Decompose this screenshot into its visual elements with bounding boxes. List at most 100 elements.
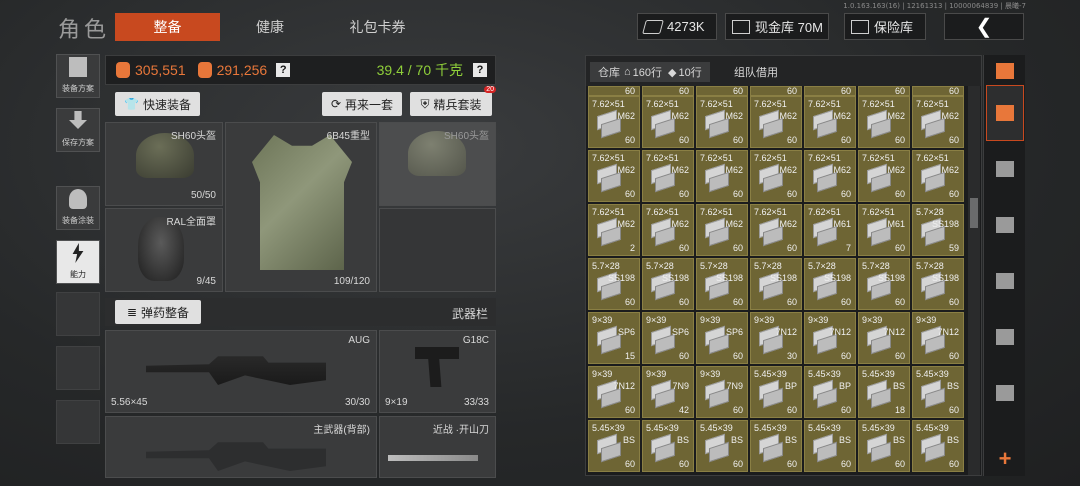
- inventory-item[interactable]: 9×39 SP6 60: [696, 312, 748, 364]
- rail-magazine-button[interactable]: [986, 253, 1024, 309]
- inventory-item[interactable]: 9×39 7N12 30: [750, 312, 802, 364]
- quick-equip-button[interactable]: 👕 快速装备: [115, 92, 200, 116]
- tab-team-borrow[interactable]: 组队借用: [726, 62, 786, 82]
- inventory-item[interactable]: 5.45×39 BS 60: [750, 420, 802, 472]
- helmet-slot[interactable]: SH60头盔 50/50: [105, 122, 223, 206]
- inventory-item[interactable]: 5.7×28 SS198 60: [858, 258, 910, 310]
- rail-helmet-button[interactable]: [986, 365, 1024, 421]
- pistol-slot[interactable]: G18C 9×19 33/33: [379, 330, 496, 413]
- currency-display[interactable]: 4273K: [637, 13, 717, 40]
- rail-plus-button[interactable]: +: [986, 445, 1024, 473]
- empty-gear-slot[interactable]: [379, 208, 496, 292]
- inventory-item[interactable]: 7.62×51 M61 7: [804, 204, 856, 256]
- inventory-item[interactable]: 7.62×51 M62 60: [858, 96, 910, 148]
- inventory-item[interactable]: 5.7×28 SS198 60: [588, 258, 640, 310]
- inventory-item[interactable]: 60: [912, 86, 964, 96]
- inventory-item[interactable]: 7.62×51 M62 60: [642, 96, 694, 148]
- tab-equip[interactable]: 整备: [115, 13, 220, 41]
- inventory-item[interactable]: 5.7×28 SS198 60: [804, 258, 856, 310]
- save-plan-button[interactable]: 保存方案: [56, 108, 100, 152]
- inventory-item[interactable]: 5.45×39 BP 60: [804, 366, 856, 418]
- tab-warehouse[interactable]: 仓库 ⌂ 160行 ◆ 10行: [590, 62, 710, 82]
- inventory-item[interactable]: 5.45×39 BP 60: [750, 366, 802, 418]
- inventory-item[interactable]: 5.45×39 BS 60: [642, 420, 694, 472]
- primary-weapon-slot[interactable]: AUG 5.56×45 30/30: [105, 330, 377, 413]
- again-button[interactable]: ⟳ 再来一套: [322, 92, 402, 116]
- inventory-item[interactable]: 9×39 7N9 42: [642, 366, 694, 418]
- inventory-item[interactable]: 7.62×51 M62 60: [804, 150, 856, 202]
- inventory-item[interactable]: 7.62×51 M62 60: [750, 96, 802, 148]
- camo-button[interactable]: 装备涂装: [56, 186, 100, 230]
- inventory-item[interactable]: 7.62×51 M62 60: [912, 150, 964, 202]
- ammo-button[interactable]: ≣ 弹药整备: [115, 300, 201, 324]
- inventory-item[interactable]: 7.62×51 M62 60: [804, 96, 856, 148]
- safe-button[interactable]: 保险库: [844, 13, 926, 40]
- backup-weapon-slot[interactable]: 主武器(背部): [105, 416, 377, 478]
- inventory-item[interactable]: 5.7×28 SS198 60: [642, 258, 694, 310]
- inventory-item[interactable]: 5.45×39 BS 60: [912, 366, 964, 418]
- inventory-item[interactable]: 9×39 SP6 15: [588, 312, 640, 364]
- rail-rifle-button[interactable]: [986, 197, 1024, 253]
- cash-vault-button[interactable]: 现金库 70M: [725, 13, 829, 40]
- inventory-item[interactable]: 5.7×28 SS198 60: [696, 258, 748, 310]
- inventory-item[interactable]: 60: [804, 86, 856, 96]
- help-icon[interactable]: ?: [473, 63, 487, 77]
- inventory-item[interactable]: 60: [858, 86, 910, 96]
- inventory-item[interactable]: 7.62×51 M62 60: [696, 96, 748, 148]
- inventory-item[interactable]: 5.45×39 BS 60: [912, 420, 964, 472]
- inventory-item[interactable]: 5.45×39 BS 60: [858, 420, 910, 472]
- inventory-item[interactable]: 9×39 7N12 60: [588, 366, 640, 418]
- inventory-item[interactable]: 5.45×39 BS 60: [804, 420, 856, 472]
- tab-health[interactable]: 健康: [230, 13, 310, 41]
- inventory-item[interactable]: 7.62×51 M62 60: [750, 204, 802, 256]
- rail-vest-button[interactable]: [986, 141, 1024, 197]
- inventory-item[interactable]: 7.62×51 M62 60: [588, 150, 640, 202]
- inventory-item[interactable]: 9×39 SP6 60: [642, 312, 694, 364]
- inventory-item[interactable]: 7.62×51 M62 60: [750, 150, 802, 202]
- rail-bullet-button[interactable]: [986, 309, 1024, 365]
- inventory-item[interactable]: 9×39 7N9 60: [696, 366, 748, 418]
- ammo-quantity: 18: [894, 405, 905, 415]
- ammo-caliber: 5.45×39: [862, 369, 895, 379]
- ammo-caliber: 7.62×51: [700, 207, 733, 217]
- inventory-item[interactable]: 5.7×28 SS198 60: [750, 258, 802, 310]
- elite-kit-button[interactable]: ⛨ 精兵套装 20: [410, 86, 496, 116]
- rail-stack-button[interactable]: [986, 57, 1024, 85]
- inventory-item[interactable]: 5.45×39 BS 60: [588, 420, 640, 472]
- rail-layers-button[interactable]: [986, 85, 1024, 141]
- inventory-scrollbar[interactable]: [968, 86, 980, 475]
- armor-slot[interactable]: 6B45重型 109/120: [225, 122, 377, 292]
- loadout-plan-button[interactable]: 装备方案: [56, 54, 100, 98]
- inventory-item[interactable]: 60: [696, 86, 748, 96]
- back-button[interactable]: ❮: [944, 13, 1024, 40]
- inventory-item[interactable]: 9×39 7N12 60: [912, 312, 964, 364]
- inventory-item[interactable]: 7.62×51 M62 60: [912, 96, 964, 148]
- ammo-type: 7N12: [775, 327, 797, 337]
- inventory-item[interactable]: 9×39 7N12 60: [858, 312, 910, 364]
- inventory-item[interactable]: 7.62×51 M62 60: [858, 150, 910, 202]
- inventory-item[interactable]: 9×39 7N12 60: [804, 312, 856, 364]
- ammo-caliber: 7.62×51: [646, 99, 679, 109]
- plus-icon: +: [998, 446, 1012, 471]
- inventory-item[interactable]: 60: [588, 86, 640, 96]
- inventory-item[interactable]: 60: [750, 86, 802, 96]
- inventory-item[interactable]: 7.62×51 M61 60: [858, 204, 910, 256]
- inventory-item[interactable]: 7.62×51 M62 60: [642, 150, 694, 202]
- help-icon[interactable]: ?: [276, 63, 291, 77]
- melee-slot[interactable]: 近战 ·开山刀: [379, 416, 496, 478]
- mask-slot[interactable]: RAL全面罩 9/45: [105, 208, 223, 292]
- ability-button[interactable]: 能力: [56, 240, 100, 284]
- helmet-preview-slot[interactable]: SH60头盔: [379, 122, 496, 206]
- inventory-item[interactable]: 60: [642, 86, 694, 96]
- inventory-item[interactable]: 7.62×51 M62 60: [642, 204, 694, 256]
- inventory-item[interactable]: 7.62×51 M62 60: [588, 96, 640, 148]
- inventory-item[interactable]: 7.62×51 M62 60: [696, 204, 748, 256]
- inventory-item[interactable]: 5.45×39 BS 18: [858, 366, 910, 418]
- inventory-item[interactable]: 5.45×39 BS 60: [696, 420, 748, 472]
- inventory-item[interactable]: 7.62×51 M62 60: [696, 150, 748, 202]
- scrollbar-thumb[interactable]: [970, 198, 978, 228]
- inventory-item[interactable]: 5.7×28 SS198 60: [912, 258, 964, 310]
- inventory-item[interactable]: 5.7×28 SS198 59: [912, 204, 964, 256]
- tab-giftcards[interactable]: 礼包卡券: [330, 13, 425, 41]
- inventory-item[interactable]: 7.62×51 M62 2: [588, 204, 640, 256]
